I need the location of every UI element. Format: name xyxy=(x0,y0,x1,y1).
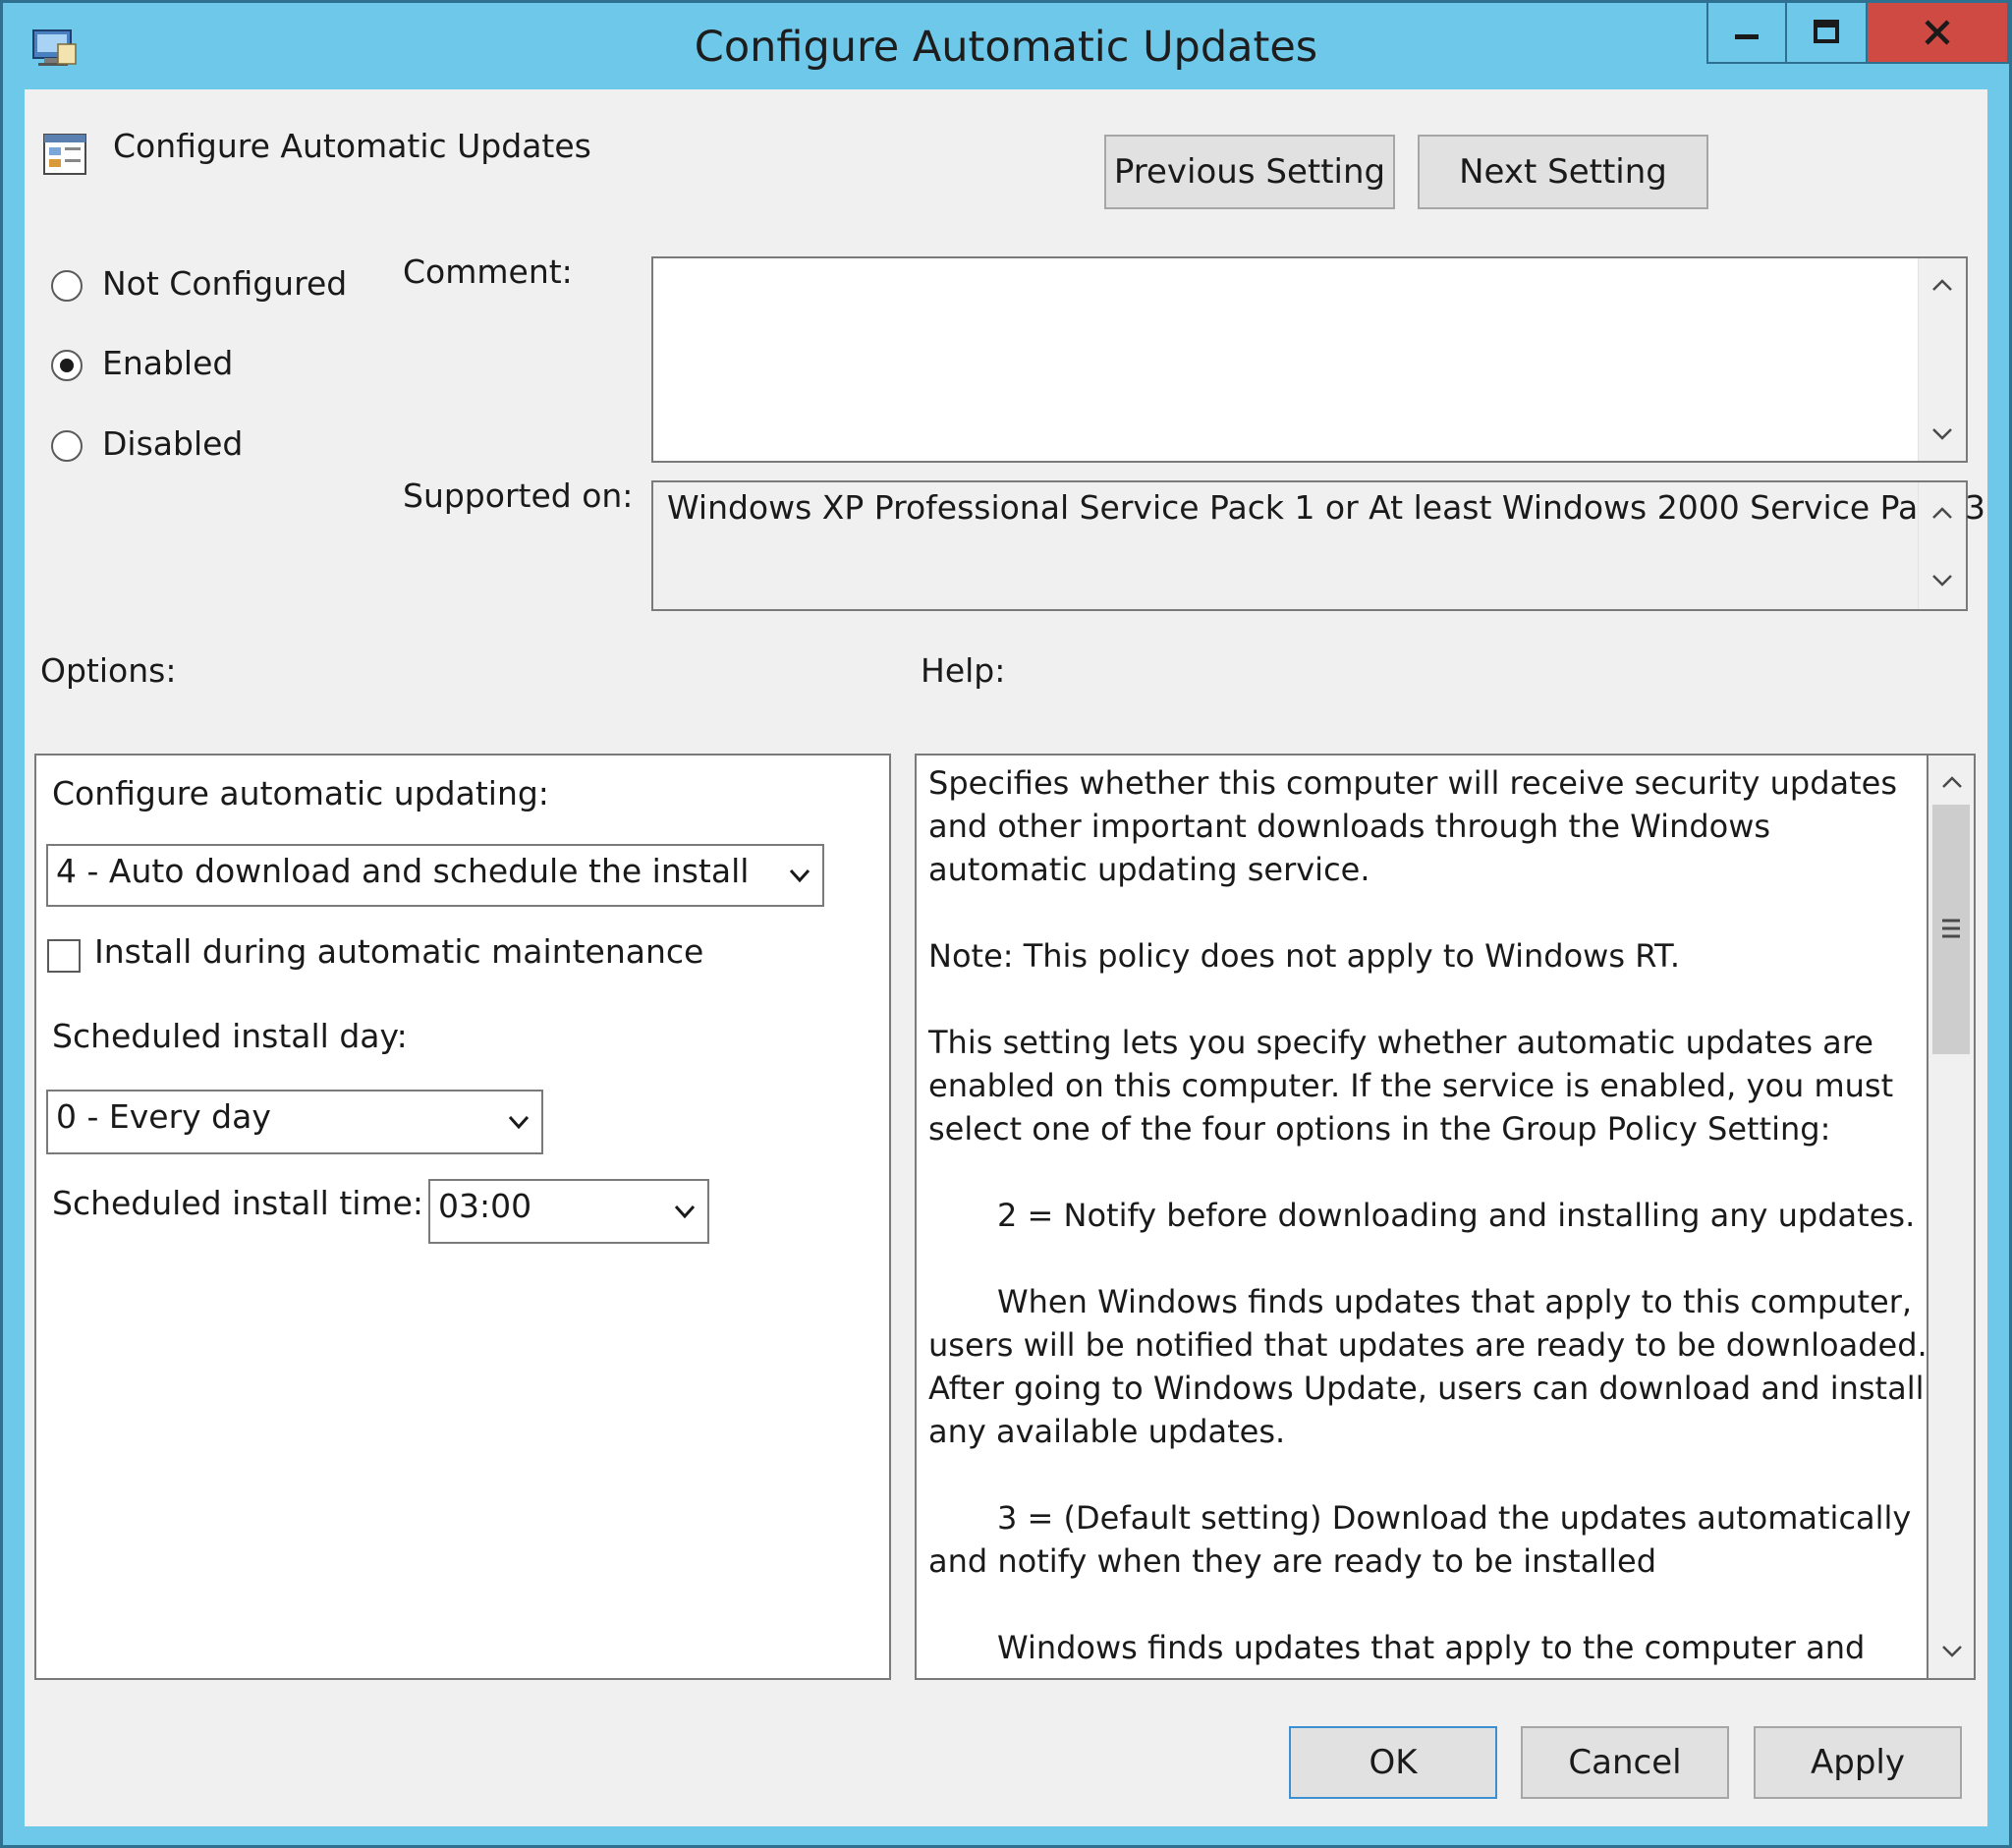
comment-label: Comment: xyxy=(403,252,573,291)
maximize-button[interactable] xyxy=(1785,3,1868,64)
dialog-window: Configure Automatic Updates Configure Au… xyxy=(0,0,2012,1848)
comment-scrollbar[interactable] xyxy=(1918,258,1966,461)
radio-not-configured[interactable] xyxy=(51,270,83,302)
policy-setting-icon xyxy=(43,134,86,175)
help-panel: Specifies whether this computer will rec… xyxy=(915,754,1928,1680)
scroll-down-button[interactable] xyxy=(1919,412,1966,457)
chevron-down-icon xyxy=(1932,428,1952,440)
help-paragraph: 3 = (Default setting) Download the updat… xyxy=(928,1499,1912,1580)
help-paragraph: 2 = Notify before downloading and instal… xyxy=(997,1197,1916,1234)
chevron-down-icon xyxy=(674,1204,696,1219)
configure-updating-value: 4 - Auto download and schedule the insta… xyxy=(56,852,750,890)
install-day-label: Scheduled install day: xyxy=(52,1017,408,1055)
chevron-up-icon xyxy=(1932,279,1952,291)
cancel-button[interactable]: Cancel xyxy=(1521,1726,1729,1799)
help-label: Help: xyxy=(921,651,1006,690)
maintenance-checkbox[interactable] xyxy=(47,939,81,973)
scroll-up-button[interactable] xyxy=(1919,262,1966,308)
setting-name: Configure Automatic Updates xyxy=(113,127,591,165)
radio-enabled-label[interactable]: Enabled xyxy=(102,344,233,382)
install-day-dropdown[interactable]: 0 - Every day xyxy=(46,1090,543,1154)
radio-disabled[interactable] xyxy=(51,430,83,462)
supported-on-field: Windows XP Professional Service Pack 1 o… xyxy=(651,480,1985,611)
previous-setting-button[interactable]: Previous Setting xyxy=(1104,135,1395,209)
scroll-up-button[interactable] xyxy=(1919,490,1966,535)
close-icon xyxy=(1925,20,1950,45)
configure-updating-dropdown[interactable]: 4 - Auto download and schedule the insta… xyxy=(46,844,824,907)
close-button[interactable] xyxy=(1866,3,2009,64)
title-bar[interactable]: Configure Automatic Updates xyxy=(3,3,2009,89)
minimize-button[interactable] xyxy=(1706,3,1787,64)
configure-updating-label: Configure automatic updating: xyxy=(52,774,549,812)
radio-disabled-label[interactable]: Disabled xyxy=(102,424,243,463)
options-label: Options: xyxy=(40,651,177,690)
radio-selected-dot xyxy=(60,359,74,372)
chevron-down-icon xyxy=(1932,575,1952,587)
install-day-value: 0 - Every day xyxy=(56,1097,271,1136)
next-setting-button[interactable]: Next Setting xyxy=(1418,135,1708,209)
maintenance-label[interactable]: Install during automatic maintenance xyxy=(94,932,703,971)
help-paragraph: Note: This policy does not apply to Wind… xyxy=(928,937,1681,975)
scroll-up-button[interactable] xyxy=(1928,759,1976,805)
ok-button[interactable]: OK xyxy=(1289,1726,1497,1799)
grip-icon xyxy=(1942,919,1960,938)
chevron-up-icon xyxy=(1932,507,1952,519)
help-paragraph: Specifies whether this computer will rec… xyxy=(928,764,1898,888)
chevron-down-icon xyxy=(1942,1646,1962,1657)
scroll-down-button[interactable] xyxy=(1919,558,1966,603)
supported-on-label: Supported on: xyxy=(403,476,634,515)
install-time-value: 03:00 xyxy=(438,1187,532,1225)
help-paragraph: This setting lets you specify whether au… xyxy=(928,1024,1894,1148)
help-paragraph: When Windows finds updates that apply to… xyxy=(928,1283,1928,1450)
install-time-dropdown[interactable]: 03:00 xyxy=(428,1179,709,1244)
help-paragraph: Windows finds updates that apply to the … xyxy=(997,1629,1866,1666)
radio-not-configured-label[interactable]: Not Configured xyxy=(102,264,347,303)
chevron-down-icon xyxy=(508,1115,530,1130)
chevron-up-icon xyxy=(1942,776,1962,788)
help-scrollbar[interactable] xyxy=(1928,754,1976,1680)
options-panel: Configure automatic updating: 4 - Auto d… xyxy=(34,754,891,1680)
minimize-icon xyxy=(1735,34,1759,39)
scroll-down-button[interactable] xyxy=(1928,1629,1976,1674)
dialog-client-area: Configure Automatic Updates Previous Set… xyxy=(25,89,1987,1826)
install-time-label: Scheduled install time: xyxy=(52,1184,424,1222)
scroll-thumb[interactable] xyxy=(1932,805,1970,1054)
supported-scrollbar[interactable] xyxy=(1918,482,1966,609)
radio-enabled[interactable] xyxy=(51,350,83,381)
comment-textarea[interactable] xyxy=(651,256,1968,463)
chevron-down-icon xyxy=(789,868,810,883)
maximize-icon xyxy=(1814,20,1839,43)
apply-button[interactable]: Apply xyxy=(1754,1726,1962,1799)
help-text: Specifies whether this computer will rec… xyxy=(928,761,1928,1678)
supported-on-value: Windows XP Professional Service Pack 1 o… xyxy=(667,488,1986,527)
